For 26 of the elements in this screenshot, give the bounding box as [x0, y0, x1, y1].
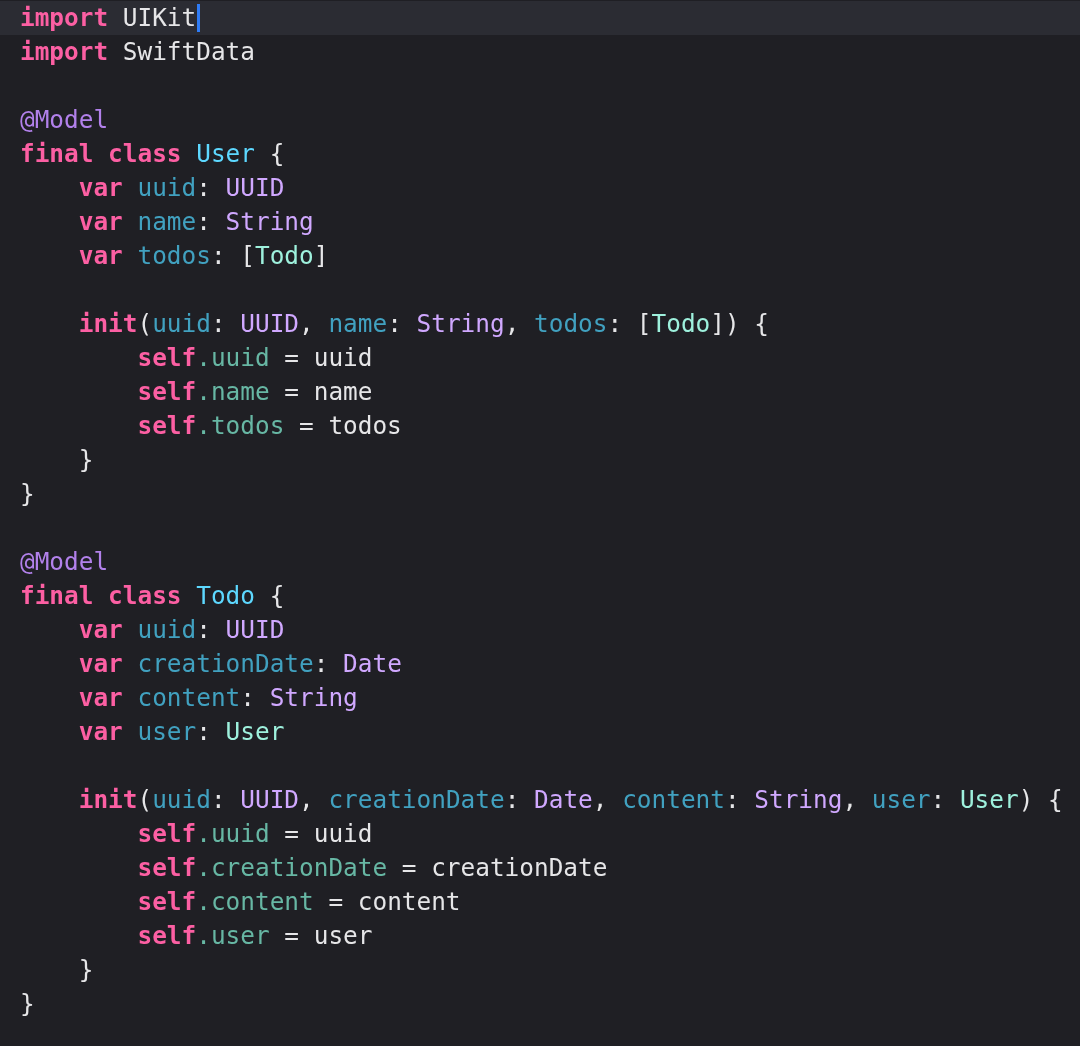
code-line: init(uuid: UUID, creationDate: Date, content: String, user: User) { [77, 784, 1063, 816]
code-line: var user: User [77, 716, 285, 748]
code-line: var uuid: UUID [77, 172, 285, 204]
code-line: self.name = name [136, 376, 373, 408]
code-line: self.uuid = uuid [136, 818, 373, 850]
code-line: } [20, 478, 35, 510]
code-line: final class User { [20, 138, 285, 170]
code-line: self.user = user [136, 920, 373, 952]
code-line: import SwiftData [20, 36, 255, 68]
code-line: } [77, 954, 94, 986]
code-line: final class Todo { [20, 580, 285, 612]
code-line: var creationDate: Date [77, 648, 402, 680]
code-line: var name: String [77, 206, 314, 238]
code-line: } [20, 988, 35, 1020]
code-line: var todos: [Todo] [77, 240, 329, 272]
code-line: import UIKit [20, 2, 197, 34]
code-line: @Model [20, 546, 109, 578]
code-line: var uuid: UUID [77, 614, 285, 646]
code-line: self.creationDate = creationDate [136, 852, 608, 884]
code-line: init(uuid: UUID, name: String, todos: [Todo]) { [77, 308, 770, 340]
code-line: } [77, 444, 94, 476]
code-line: self.todos = todos [136, 410, 402, 442]
code-line: self.uuid = uuid [136, 342, 373, 374]
code-line: var content: String [77, 682, 358, 714]
code-line: self.content = content [136, 886, 461, 918]
code-line: @Model [20, 104, 109, 136]
